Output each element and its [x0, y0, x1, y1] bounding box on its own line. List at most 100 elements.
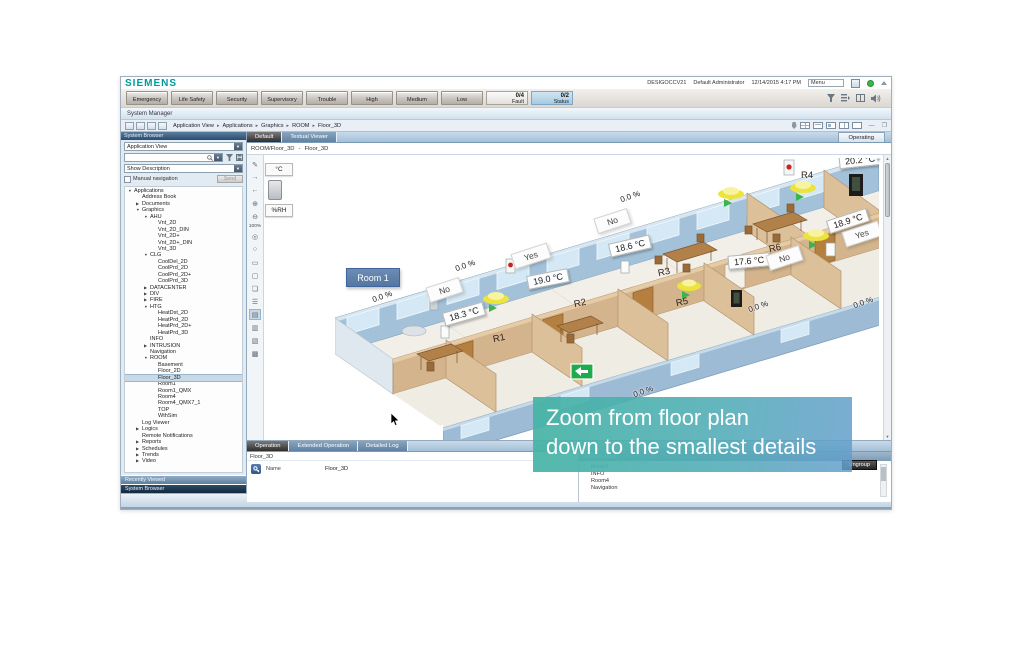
view-mode-select[interactable]: Application View ▼: [124, 142, 243, 151]
layout-split-icon[interactable]: [826, 122, 836, 129]
alarm-button-security[interactable]: Security: [216, 91, 258, 105]
center-view-icon[interactable]: ◎: [249, 231, 261, 242]
room-sensor[interactable]: [621, 261, 629, 273]
scrollbar-thumb[interactable]: [885, 163, 890, 217]
tab-operation[interactable]: Operation: [247, 441, 289, 451]
wall-display[interactable]: [849, 174, 863, 196]
breadcrumb-item-room[interactable]: ROOM: [292, 123, 309, 129]
restore-icon[interactable]: ❐: [882, 122, 887, 129]
graphic-path-row: ROOM/Floor_3D - Floor_3D: [247, 143, 891, 155]
send-button[interactable]: Send: [217, 175, 243, 183]
breadcrumb-item-floor-3d[interactable]: Floor_3D: [318, 123, 341, 129]
tab-operating[interactable]: Operating: [838, 132, 885, 142]
vertical-scrollbar[interactable]: ▲ ▼: [883, 155, 891, 440]
ceiling-lamp-off[interactable]: [402, 326, 426, 336]
search-dropdown-icon[interactable]: ▼: [214, 154, 222, 161]
list-icon[interactable]: ☰: [249, 296, 261, 307]
speaker-icon[interactable]: [871, 94, 881, 103]
filter-icon[interactable]: [827, 94, 835, 102]
search-icon[interactable]: [206, 154, 214, 162]
property-row[interactable]: Name Floor_3D: [247, 461, 578, 474]
alarm-button-low[interactable]: Low: [441, 91, 483, 105]
magnifier-icon[interactable]: ○: [249, 244, 261, 255]
alarm-button-emergency[interactable]: Emergency: [126, 91, 168, 105]
nav-forward-icon[interactable]: [136, 122, 145, 130]
scroll-up-icon[interactable]: ▲: [884, 156, 891, 161]
alarm-button-trouble[interactable]: Trouble: [306, 91, 348, 105]
breadcrumb-item-applications[interactable]: Applications: [222, 123, 252, 129]
key-icon: [251, 464, 261, 474]
tab-default[interactable]: Default: [247, 132, 282, 142]
exit-sign[interactable]: [571, 364, 593, 379]
selected-object-path: Floor_3D: [247, 452, 578, 461]
pin-icon[interactable]: [792, 122, 797, 129]
alarm-button-high[interactable]: High: [351, 91, 393, 105]
search-field[interactable]: ▼: [124, 153, 223, 162]
panel-tab-system-browser[interactable]: System Browser: [121, 484, 246, 493]
minimize-icon[interactable]: —: [869, 123, 875, 129]
manual-navigation-checkbox[interactable]: [124, 176, 131, 183]
select-rect-icon[interactable]: ▭: [249, 257, 261, 268]
filter-icon[interactable]: [225, 154, 233, 162]
related-item-room4[interactable]: Room4: [591, 478, 891, 485]
zoom-in-icon[interactable]: ⊕: [249, 198, 261, 209]
tab-textual-viewer[interactable]: Textual Viewer: [282, 132, 337, 142]
tree-item-video[interactable]: ▶Video: [125, 458, 242, 464]
fault-button[interactable]: 0/4 Fault: [486, 91, 528, 105]
window-mode-icon[interactable]: [851, 79, 860, 88]
search-input[interactable]: [125, 154, 206, 161]
description-mode-select[interactable]: Show Description ▼: [124, 164, 243, 173]
related-item-navigation[interactable]: Navigation: [591, 485, 891, 492]
page-icon[interactable]: ▧: [249, 335, 261, 346]
breadcrumb-separator-icon: ▸: [256, 123, 259, 129]
breadcrumb-item-graphics[interactable]: Graphics: [261, 123, 283, 129]
pane-icon[interactable]: ▤: [249, 309, 261, 320]
zoom-window-icon[interactable]: ▢: [249, 270, 261, 281]
menu-dropdown[interactable]: Menu: [808, 79, 844, 87]
room-sensor[interactable]: [826, 243, 835, 256]
layout-quad-icon[interactable]: [800, 122, 810, 129]
edit-icon[interactable]: ✎: [249, 159, 261, 170]
nav-back-icon[interactable]: [125, 122, 134, 130]
wall-display[interactable]: [731, 290, 742, 307]
related-scrollbar[interactable]: [880, 464, 887, 497]
room-name-badge[interactable]: Room 1: [346, 268, 400, 287]
breadcrumb-item-application-view[interactable]: Application View: [173, 123, 214, 129]
room-sensor[interactable]: [441, 326, 449, 338]
print-icon[interactable]: ▩: [249, 348, 261, 359]
back-icon[interactable]: ←: [249, 185, 261, 196]
alarm-button-medium[interactable]: Medium: [396, 91, 438, 105]
forward-icon[interactable]: →: [249, 172, 261, 183]
chevron-down-icon[interactable]: ▼: [234, 165, 242, 172]
graphics-toolbar: ✎→←⊕⊖100%◎○▭▢❏☰▤▥▧▩: [247, 155, 264, 440]
collapse-icon[interactable]: [881, 81, 887, 85]
related-item-info[interactable]: INFO: [591, 471, 891, 478]
layers-icon[interactable]: ❏: [249, 283, 261, 294]
alarm-button-supervisory[interactable]: Supervisory: [261, 91, 303, 105]
status-button[interactable]: 0/2 Status: [531, 91, 573, 105]
layout-columns-icon[interactable]: [839, 122, 849, 129]
panel-tab-recently-viewed[interactable]: Recently Viewed: [121, 475, 246, 484]
alarm-summary-bar: EmergencyLife SafetySecuritySupervisory T…: [121, 89, 891, 108]
alarm-button-label: Trouble: [318, 97, 337, 104]
layout-blank-icon[interactable]: [852, 122, 862, 129]
window-title-bar: System Manager: [121, 108, 891, 120]
tab-detailed-log[interactable]: Detailed Log: [358, 441, 408, 451]
layout-single-icon[interactable]: [813, 122, 823, 129]
brightness-icon[interactable]: ✳: [876, 157, 881, 164]
save-icon[interactable]: [235, 154, 243, 162]
nav-home-icon[interactable]: [158, 122, 167, 130]
scroll-down-icon[interactable]: ▼: [884, 434, 891, 439]
nav-up-icon[interactable]: [147, 122, 156, 130]
alarm-button-life-safety[interactable]: Life Safety: [171, 91, 213, 105]
room-tag[interactable]: R4: [801, 170, 813, 181]
tab-extended-operation[interactable]: Extended Operation: [289, 441, 358, 451]
chevron-down-icon[interactable]: ▼: [234, 143, 242, 150]
siemens-logo: SIEMENS: [121, 78, 177, 89]
pane-layout-icon[interactable]: [856, 94, 865, 102]
pane-alt-icon[interactable]: ▥: [249, 322, 261, 333]
zoom-out-icon[interactable]: ⊖: [249, 211, 261, 222]
event-list-icon[interactable]: [841, 94, 850, 102]
breadcrumb: Application View▸Applications▸Graphics▸R…: [173, 123, 341, 129]
alarm-device[interactable]: [784, 160, 794, 175]
